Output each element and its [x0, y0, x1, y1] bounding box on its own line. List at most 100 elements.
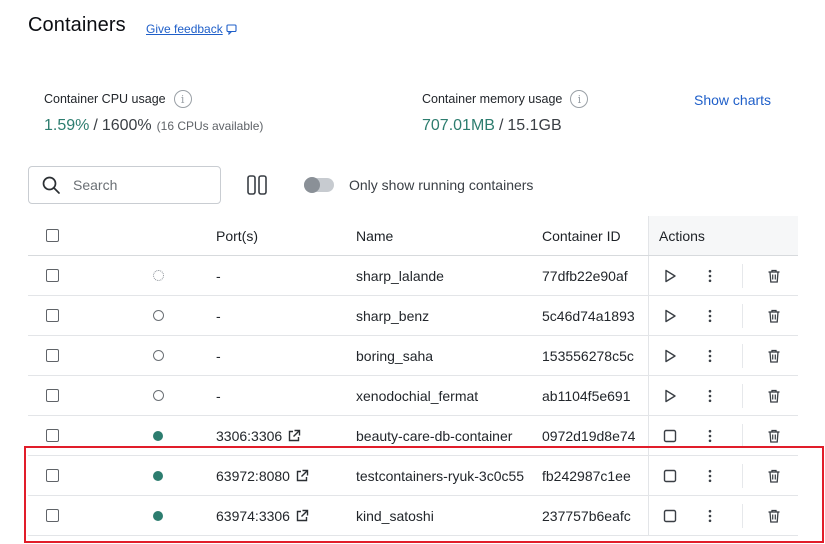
trash-icon [766, 388, 782, 404]
delete-button[interactable] [765, 376, 783, 415]
delete-button[interactable] [765, 256, 783, 295]
status-running-icon [153, 510, 163, 521]
columns-icon[interactable] [246, 174, 268, 196]
action-divider [742, 504, 743, 528]
delete-button[interactable] [765, 496, 783, 535]
delete-button[interactable] [765, 336, 783, 375]
more-actions-button[interactable] [702, 416, 718, 455]
page-title: Containers [28, 14, 126, 36]
start-button[interactable] [660, 296, 680, 335]
ports-cell: - [216, 376, 346, 415]
row-checkbox[interactable] [46, 349, 59, 362]
cpu-usage-stat: Container CPU usage i 1.59% / 1600% (16 … [44, 90, 263, 135]
row-checkbox[interactable] [46, 429, 59, 442]
action-divider [742, 264, 743, 288]
info-icon[interactable]: i [570, 90, 589, 108]
action-divider [742, 304, 743, 328]
table-row[interactable]: 63972:8080 testcontainers-ryuk-3c0c55 fb24… [28, 456, 798, 496]
more-icon [702, 468, 718, 484]
start-icon [662, 308, 678, 324]
start-button[interactable] [660, 256, 680, 295]
more-actions-button[interactable] [702, 256, 718, 295]
trash-icon [766, 468, 782, 484]
stop-button[interactable] [660, 456, 680, 495]
table-row[interactable]: 63974:3306 kind_satoshi 237757b6eafc [28, 496, 798, 536]
give-feedback-link[interactable]: Give feedback [146, 22, 238, 36]
action-divider [742, 344, 743, 368]
row-checkbox[interactable] [46, 389, 59, 402]
info-icon[interactable]: i [173, 90, 192, 108]
table-row[interactable]: 3306:3306 beauty-care-db-container 0972d19… [28, 416, 798, 456]
ports-cell: - [216, 296, 346, 335]
more-actions-button[interactable] [702, 376, 718, 415]
select-all-checkbox[interactable] [46, 229, 59, 242]
more-actions-button[interactable] [702, 496, 718, 535]
container-name[interactable]: sharp_lalande [356, 256, 534, 295]
cpu-used-value: 1.59% [44, 117, 90, 134]
running-only-toggle[interactable] [304, 177, 334, 193]
start-button[interactable] [660, 376, 680, 415]
search-input[interactable] [73, 177, 203, 193]
status-created-icon [152, 270, 164, 281]
container-name[interactable]: sharp_benz [356, 296, 534, 335]
start-button[interactable] [660, 336, 680, 375]
name-column-header[interactable]: Name [356, 216, 534, 255]
stop-button[interactable] [660, 416, 680, 455]
container-name[interactable]: xenodochial_fermat [356, 376, 534, 415]
container-id: 237757b6eafc [542, 507, 631, 524]
port-text: - [216, 347, 221, 364]
ports-column-header[interactable]: Port(s) [216, 216, 346, 255]
row-checkbox[interactable] [46, 269, 59, 282]
external-link-icon[interactable] [295, 509, 309, 523]
ports-cell: 63972:8080 [216, 456, 346, 495]
ports-cell: 3306:3306 [216, 416, 346, 455]
port-link[interactable]: 63974:3306 [216, 508, 290, 524]
more-actions-button[interactable] [702, 456, 718, 495]
trash-icon [766, 348, 782, 364]
container-id: 0972d19d8e74 [542, 427, 636, 444]
delete-button[interactable] [765, 296, 783, 335]
search-box[interactable] [28, 166, 221, 204]
port-text: - [216, 387, 221, 404]
container-id-column-header[interactable]: Container ID [542, 216, 648, 255]
container-name[interactable]: testcontainers-ryuk-3c0c55 [356, 456, 534, 495]
more-actions-button[interactable] [702, 296, 718, 335]
more-icon [702, 268, 718, 284]
stop-button[interactable] [660, 496, 680, 535]
table-row[interactable]: - sharp_lalande 77dfb22e90af [28, 256, 798, 296]
table-row[interactable]: - xenodochial_fermat ab1104f5e691 [28, 376, 798, 416]
stop-icon [662, 428, 678, 444]
feedback-icon [226, 24, 237, 35]
port-link[interactable]: 63972:8080 [216, 468, 290, 484]
delete-button[interactable] [765, 416, 783, 455]
external-link-icon[interactable] [287, 429, 301, 443]
more-actions-button[interactable] [702, 336, 718, 375]
table-row[interactable]: - sharp_benz 5c46d74a1893 [28, 296, 798, 336]
row-checkbox[interactable] [46, 509, 59, 522]
delete-button[interactable] [765, 456, 783, 495]
row-checkbox[interactable] [46, 309, 59, 322]
show-charts-button[interactable]: Show charts [694, 92, 771, 108]
memory-usage-label: Container memory usage [422, 92, 563, 106]
action-divider [742, 384, 743, 408]
row-checkbox[interactable] [46, 469, 59, 482]
status-running-icon [153, 430, 163, 441]
more-icon [702, 388, 718, 404]
ports-cell: 63974:3306 [216, 496, 346, 535]
container-name[interactable]: beauty-care-db-container [356, 416, 534, 455]
container-id: ab1104f5e691 [542, 387, 631, 404]
port-link[interactable]: 3306:3306 [216, 428, 282, 444]
container-name[interactable]: kind_satoshi [356, 496, 534, 535]
stop-icon [662, 468, 678, 484]
action-divider [742, 424, 743, 448]
table-header: Port(s) Name Container ID Actions [28, 216, 798, 256]
table-row[interactable]: - boring_saha 153556278c5c [28, 336, 798, 376]
external-link-icon[interactable] [295, 469, 309, 483]
containers-table: Port(s) Name Container ID Actions - sharp… [28, 216, 798, 536]
more-icon [702, 428, 718, 444]
trash-icon [766, 268, 782, 284]
container-name[interactable]: boring_saha [356, 336, 534, 375]
container-id: 77dfb22e90af [542, 267, 628, 284]
start-icon [662, 268, 678, 284]
cpu-separator: / [93, 117, 98, 134]
